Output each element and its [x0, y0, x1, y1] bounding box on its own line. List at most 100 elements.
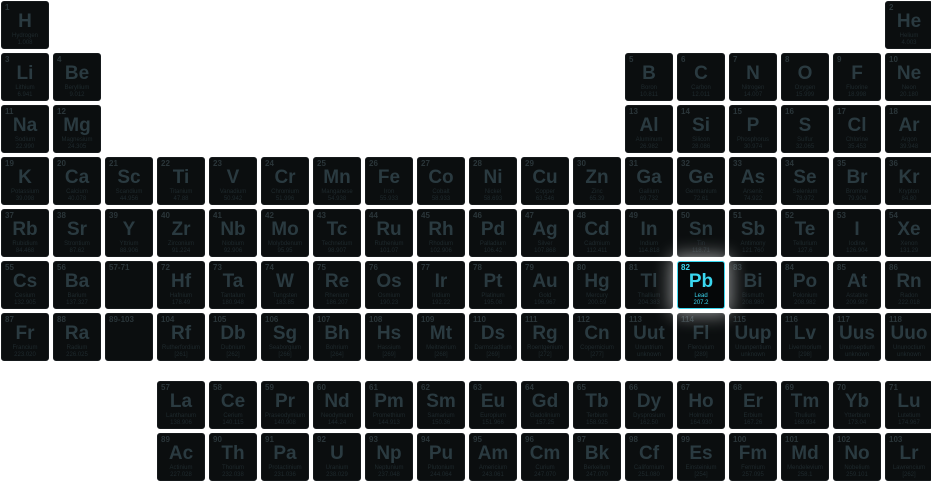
element-cell-bk[interactable]: 97 Bk Berkelium 247.070: [573, 433, 621, 481]
element-cell-ra[interactable]: 88 Ra Radium 226.025: [53, 313, 101, 361]
element-cell-sr[interactable]: 38 Sr Strontium 87.62: [53, 209, 101, 257]
element-cell-cs[interactable]: 55 Cs Cesium 132.905: [1, 261, 49, 309]
element-cell-fe[interactable]: 26 Fe Iron 55.933: [365, 157, 413, 205]
element-cell-ga[interactable]: 31 Ga Gallium 69.732: [625, 157, 673, 205]
element-cell-rh[interactable]: 45 Rh Rhodium 102.906: [417, 209, 465, 257]
element-cell-ti[interactable]: 22 Ti Titanium 47.88: [157, 157, 205, 205]
element-cell-cd[interactable]: 48 Cd Cadmium 112.411: [573, 209, 621, 257]
element-cell-pd[interactable]: 46 Pd Palladium 106.42: [469, 209, 517, 257]
element-cell-nb[interactable]: 41 Nb Niobium 92.906: [209, 209, 257, 257]
element-cell-uuo[interactable]: 118 Uuo Ununoctium unknown: [885, 313, 931, 361]
element-cell-cl[interactable]: 17 Cl Chlorine 35.453: [833, 105, 881, 153]
element-cell-s[interactable]: 16 S Sulfur 32.065: [781, 105, 829, 153]
element-cell-w[interactable]: 74 W Tungsten 183.85: [261, 261, 309, 309]
element-cell-th[interactable]: 90 Th Thorium 232.038: [209, 433, 257, 481]
element-cell-gd[interactable]: 64 Gd Gadolinium 157.25: [521, 381, 569, 429]
element-cell-range[interactable]: 89-103: [105, 313, 153, 361]
element-cell-uut[interactable]: 113 Uut Ununtrium unknown: [625, 313, 673, 361]
element-cell-am[interactable]: 95 Am Americium 243.061: [469, 433, 517, 481]
element-cell-re[interactable]: 75 Re Rhenium 186.207: [313, 261, 361, 309]
element-cell-ca[interactable]: 20 Ca Calcium 40.078: [53, 157, 101, 205]
element-cell-be[interactable]: 4 Be Beryllium 9.012: [53, 53, 101, 101]
element-cell-n[interactable]: 7 N Nitrogen 14.007: [729, 53, 777, 101]
element-cell-mo[interactable]: 42 Mo Molybdenum 95.95: [261, 209, 309, 257]
element-cell-hf[interactable]: 72 Hf Hafnium 178.49: [157, 261, 205, 309]
element-cell-md[interactable]: 101 Md Mendelevium 258.1: [781, 433, 829, 481]
element-cell-lr[interactable]: 103 Lr Lawrencium [262]: [885, 433, 931, 481]
element-cell-ir[interactable]: 77 Ir Iridium 192.22: [417, 261, 465, 309]
element-cell-fm[interactable]: 100 Fm Fermium 257.095: [729, 433, 777, 481]
element-cell-ho[interactable]: 67 Ho Holmium 164.930: [677, 381, 725, 429]
element-cell-yb[interactable]: 70 Yb Ytterbium 173.04: [833, 381, 881, 429]
element-cell-zr[interactable]: 40 Zr Zirconium 91.224: [157, 209, 205, 257]
element-cell-pt[interactable]: 78 Pt Platinum 195.08: [469, 261, 517, 309]
element-cell-cf[interactable]: 98 Cf Californium 251.080: [625, 433, 673, 481]
element-cell-u[interactable]: 92 U Uranium 238.029: [313, 433, 361, 481]
element-cell-pm[interactable]: 61 Pm Promethium 144.913: [365, 381, 413, 429]
element-cell-xe[interactable]: 54 Xe Xenon 131.29: [885, 209, 931, 257]
element-cell-sm[interactable]: 62 Sm Samarium 150.36: [417, 381, 465, 429]
element-cell-la[interactable]: 57 La Lanthanum 138.906: [157, 381, 205, 429]
element-cell-ni[interactable]: 28 Ni Nickel 58.693: [469, 157, 517, 205]
element-cell-sb[interactable]: 51 Sb Antimony 121.760: [729, 209, 777, 257]
element-cell-c[interactable]: 6 C Carbon 12.011: [677, 53, 725, 101]
element-cell-sc[interactable]: 21 Sc Scandium 44.956: [105, 157, 153, 205]
element-cell-li[interactable]: 3 Li Lithium 6.941: [1, 53, 49, 101]
element-cell-sn[interactable]: 50 Sn Tin 118.71: [677, 209, 725, 257]
element-cell-bi[interactable]: 83 Bi Bismuth 208.980: [729, 261, 777, 309]
element-cell-es[interactable]: 99 Es Einsteinium [254]: [677, 433, 725, 481]
element-cell-na[interactable]: 11 Na Sodium 22.990: [1, 105, 49, 153]
element-cell-mn[interactable]: 25 Mn Manganese 54.938: [313, 157, 361, 205]
element-cell-ac[interactable]: 89 Ac Actinium 227.028: [157, 433, 205, 481]
element-cell-uup[interactable]: 115 Uup Ununpentium unknown: [729, 313, 777, 361]
element-cell-k[interactable]: 19 K Potassium 39.098: [1, 157, 49, 205]
element-cell-cr[interactable]: 24 Cr Chromium 51.996: [261, 157, 309, 205]
element-cell-te[interactable]: 52 Te Tellurium 127.6: [781, 209, 829, 257]
element-cell-cu[interactable]: 29 Cu Copper 63.546: [521, 157, 569, 205]
element-cell-rn[interactable]: 86 Rn Radon 222.018: [885, 261, 931, 309]
element-cell-br[interactable]: 35 Br Bromine 79.904: [833, 157, 881, 205]
element-cell-hs[interactable]: 108 Hs Hassium [269]: [365, 313, 413, 361]
element-cell-nd[interactable]: 60 Nd Neodymium 144.24: [313, 381, 361, 429]
element-cell-ar[interactable]: 18 Ar Argon 39.948: [885, 105, 931, 153]
element-cell-mg[interactable]: 12 Mg Magnesium 24.305: [53, 105, 101, 153]
element-cell-dy[interactable]: 66 Dy Dysprosium 162.50: [625, 381, 673, 429]
element-cell-ge[interactable]: 32 Ge Germanium 72.61: [677, 157, 725, 205]
element-cell-tm[interactable]: 69 Tm Thulium 168.934: [781, 381, 829, 429]
element-cell-i[interactable]: 53 I Iodine 126.904: [833, 209, 881, 257]
element-cell-pu[interactable]: 94 Pu Plutonium 244.064: [417, 433, 465, 481]
element-cell-ba[interactable]: 56 Ba Barium 137.327: [53, 261, 101, 309]
element-cell-as[interactable]: 33 As Arsenic 74.922: [729, 157, 777, 205]
element-cell-tc[interactable]: 43 Tc Technetium 98.907: [313, 209, 361, 257]
element-cell-range[interactable]: 57-71: [105, 261, 153, 309]
element-cell-db[interactable]: 105 Db Dubnium [262]: [209, 313, 257, 361]
element-cell-er[interactable]: 68 Er Erbium 167.26: [729, 381, 777, 429]
element-cell-b[interactable]: 5 B Boron 10.811: [625, 53, 673, 101]
element-cell-h[interactable]: 1 H Hydrogen 1.008: [1, 1, 49, 49]
element-cell-se[interactable]: 34 Se Selenium 78.972: [781, 157, 829, 205]
element-cell-sg[interactable]: 106 Sg Seaborgium [266]: [261, 313, 309, 361]
element-cell-hg[interactable]: 80 Hg Mercury 200.59: [573, 261, 621, 309]
element-cell-tl[interactable]: 81 Tl Thallium 204.383: [625, 261, 673, 309]
element-cell-pb[interactable]: 82 Pb Lead 207.2: [677, 261, 725, 309]
element-cell-bh[interactable]: 107 Bh Bohrium [264]: [313, 313, 361, 361]
element-cell-p[interactable]: 15 P Phosphorus 30.974: [729, 105, 777, 153]
element-cell-fl[interactable]: 114 Fl Flerovium [289]: [677, 313, 725, 361]
element-cell-uus[interactable]: 117 Uus Ununseptium unknown: [833, 313, 881, 361]
element-cell-rg[interactable]: 111 Rg Roentgenium [272]: [521, 313, 569, 361]
element-cell-rf[interactable]: 104 Rf Rutherfordium [261]: [157, 313, 205, 361]
element-cell-cm[interactable]: 96 Cm Curium 247.070: [521, 433, 569, 481]
element-cell-ag[interactable]: 47 Ag Silver 107.868: [521, 209, 569, 257]
element-cell-ru[interactable]: 44 Ru Ruthenium 101.07: [365, 209, 413, 257]
element-cell-eu[interactable]: 63 Eu Europium 151.966: [469, 381, 517, 429]
element-cell-fr[interactable]: 87 Fr Francium 223.020: [1, 313, 49, 361]
element-cell-mt[interactable]: 109 Mt Meitnerium [268]: [417, 313, 465, 361]
element-cell-o[interactable]: 8 O Oxygen 15.999: [781, 53, 829, 101]
element-cell-no[interactable]: 102 No Nobelium 259.101: [833, 433, 881, 481]
element-cell-rb[interactable]: 37 Rb Rubidium 84.468: [1, 209, 49, 257]
element-cell-at[interactable]: 85 At Astatine 209.987: [833, 261, 881, 309]
element-cell-cn[interactable]: 112 Cn Copernicium [277]: [573, 313, 621, 361]
element-cell-ce[interactable]: 58 Ce Cerium 140.115: [209, 381, 257, 429]
element-cell-os[interactable]: 76 Os Osmium 190.23: [365, 261, 413, 309]
element-cell-zn[interactable]: 30 Zn Zinc 65.39: [573, 157, 621, 205]
